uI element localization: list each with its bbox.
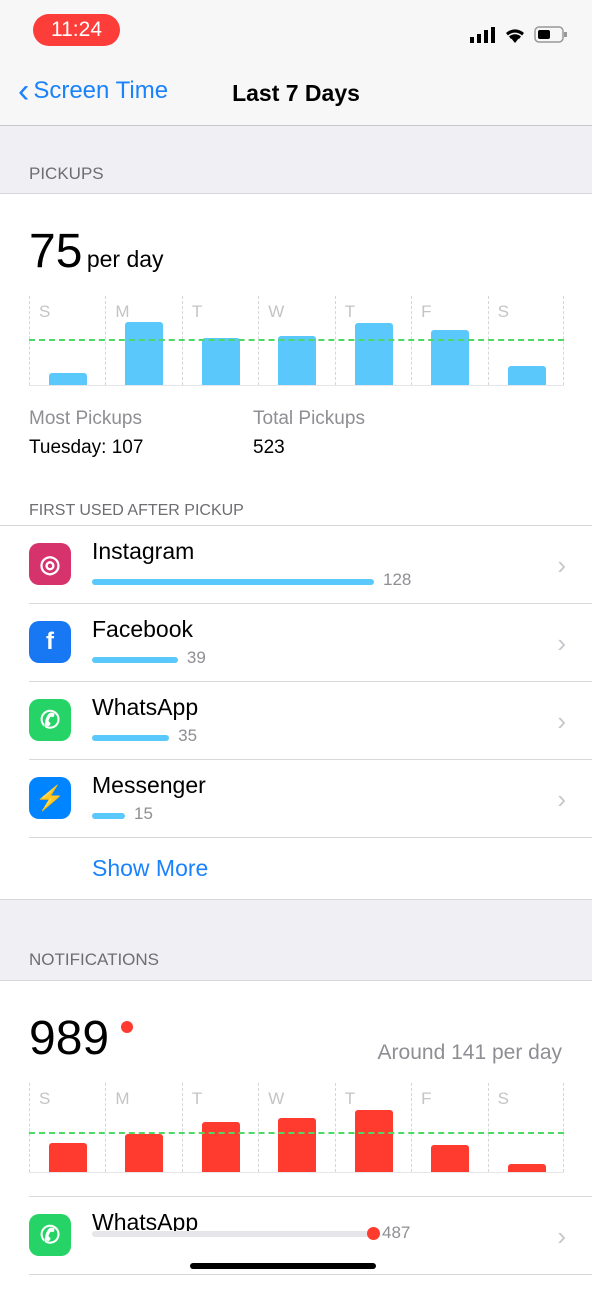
wifi-icon: [506, 28, 524, 43]
pickups-card: 75 per day S M T W T F S Most Pickups Tuesday:…: [0, 194, 592, 899]
section-header-notifications: NOTIFICATIONS: [0, 899, 592, 981]
bar: [201, 338, 240, 385]
chevron-right-icon: ›: [557, 550, 566, 580]
first-used-header: FIRST USED AFTER PICKUP: [29, 502, 244, 519]
app-row[interactable]: ◎ Instagram 128 ›: [29, 526, 592, 604]
whatsapp-icon: ✆: [29, 1214, 71, 1256]
bar: [278, 1118, 317, 1172]
chart-column: S: [487, 1083, 564, 1172]
section-header-pickups: PICKUPS: [0, 126, 592, 194]
bar: [507, 366, 546, 385]
app-row[interactable]: ✆ WhatsApp 35 ›: [29, 682, 592, 760]
chart-column: W: [258, 1083, 334, 1172]
chevron-right-icon: ›: [557, 706, 566, 736]
app-count: 39: [186, 648, 206, 667]
average-line: [29, 339, 564, 342]
notifications-card: 989 Around 141 per day SMTWTFS ✆ WhatsAp…: [0, 981, 592, 1291]
day-label: W: [268, 302, 285, 321]
chart-column: S: [29, 1083, 105, 1172]
chevron-right-icon: ›: [557, 784, 566, 814]
day-label: S: [39, 1089, 51, 1108]
day-label: T: [191, 1089, 203, 1108]
day-label: W: [268, 1089, 285, 1108]
facebook-icon: f: [29, 621, 71, 663]
notifications-avg: Around 141 per day: [377, 1041, 562, 1064]
bar: [49, 373, 87, 385]
usage-bar: [92, 579, 374, 585]
day-label: T: [191, 302, 203, 321]
bar-dot: [367, 1227, 380, 1240]
day-label: F: [421, 302, 432, 321]
day-label: M: [115, 302, 130, 321]
bar: [125, 1133, 164, 1172]
instagram-icon: ◎: [29, 543, 71, 585]
chart-column: F: [411, 1083, 487, 1172]
bar: [354, 1110, 393, 1172]
chevron-right-icon: ›: [557, 628, 566, 658]
most-pickups-value: Tuesday: 107: [29, 437, 144, 458]
notifications-chart: SMTWTFS: [29, 1083, 564, 1173]
app-count: 128: [383, 570, 412, 589]
whatsapp-icon: ✆: [29, 699, 71, 741]
total-pickups-value: 523: [253, 437, 285, 458]
notifications-value: 989: [29, 1012, 110, 1065]
page-title: Last 7 Days: [232, 80, 360, 106]
pickups-chart: SMTWTFS: [29, 296, 564, 386]
pickups-value: 75: [29, 225, 83, 278]
day-label: M: [115, 1089, 130, 1108]
bar: [278, 335, 317, 385]
signal-icon: [470, 26, 495, 43]
usage-bar: [92, 735, 170, 741]
day-label: S: [497, 1089, 509, 1108]
show-more-link[interactable]: Show More: [92, 855, 208, 882]
app-count: 15: [134, 804, 153, 823]
day-label: F: [421, 1089, 432, 1108]
pickups-unit: per day: [86, 246, 164, 272]
day-label: S: [497, 302, 509, 321]
messenger-icon: ⚡: [29, 777, 71, 819]
chart-column: M: [105, 1083, 181, 1172]
chevron-right-icon: ›: [557, 1221, 566, 1251]
app-count: 487: [382, 1223, 411, 1242]
app-name: Instagram: [92, 538, 195, 564]
status-time: 11:24: [33, 14, 120, 46]
home-indicator: [190, 1263, 376, 1269]
day-label: S: [39, 302, 51, 321]
app-row[interactable]: ⚡ Messenger 15 ›: [29, 760, 592, 838]
average-line: [29, 1131, 564, 1134]
status-bar: 11:24: [0, 0, 592, 62]
app-count: 35: [178, 726, 198, 745]
day-label: T: [344, 1089, 356, 1108]
bar: [354, 323, 393, 385]
notification-bar: [92, 1231, 374, 1237]
usage-bar: [92, 657, 178, 663]
app-row[interactable]: f Facebook 39 ›: [29, 604, 592, 682]
app-name: Messenger: [92, 772, 206, 798]
usage-bar: [92, 813, 126, 819]
chart-column: T: [181, 1083, 258, 1172]
bar: [201, 1122, 240, 1172]
most-pickups-label: Most Pickups: [29, 408, 142, 429]
bar: [49, 1142, 87, 1172]
battery-icon: [534, 26, 567, 43]
day-label: T: [344, 302, 356, 321]
nav-bar: ‹ Screen Time Last 7 Days: [0, 62, 592, 126]
notification-dot-icon: [121, 1021, 133, 1033]
bar: [431, 1145, 470, 1172]
bar: [507, 1163, 546, 1172]
app-name: Facebook: [92, 616, 194, 642]
app-name: WhatsApp: [92, 694, 199, 720]
bar: [125, 322, 164, 385]
chart-column: T: [334, 1083, 411, 1172]
total-pickups-label: Total Pickups: [253, 408, 365, 429]
